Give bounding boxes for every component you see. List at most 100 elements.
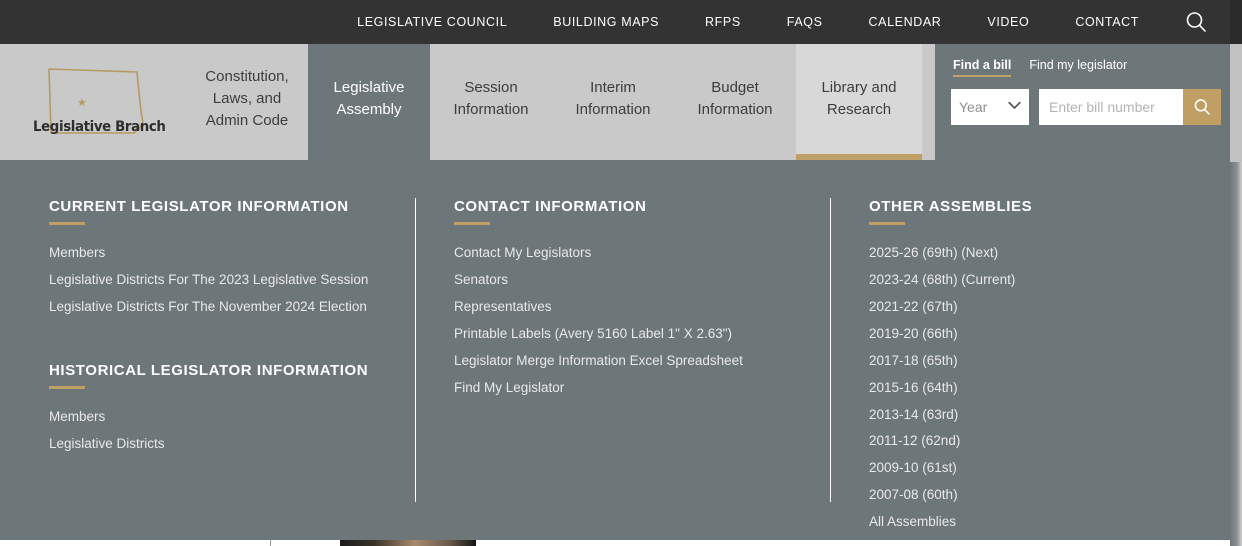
list-item: Legislative Districts xyxy=(49,434,395,455)
list-item: 2021-22 (67th) xyxy=(869,297,1210,318)
bill-search-group xyxy=(1039,89,1221,125)
content-hero-image-sliver xyxy=(340,540,476,546)
scrollbar-track-lower xyxy=(1230,162,1242,546)
top-utility-bar: LEGISLATIVE COUNCIL BUILDING MAPS RFPS F… xyxy=(0,0,1242,44)
megamenu-link-historical-members[interactable]: Members xyxy=(49,407,105,428)
list-item: Legislator Merge Information Excel Sprea… xyxy=(454,351,810,372)
megamenu-link-assembly-2015-16[interactable]: 2015-16 (64th) xyxy=(869,378,958,399)
scrollbar-thumb[interactable] xyxy=(1230,44,1242,162)
chevron-down-icon xyxy=(1008,101,1021,113)
megamenu-list-contact-information: Contact My Legislators Senators Represen… xyxy=(454,243,810,399)
year-select-value: Year xyxy=(959,99,988,115)
list-item: 2015-16 (64th) xyxy=(869,378,1210,399)
page-scrollbar[interactable] xyxy=(1230,0,1242,546)
megamenu-column-contact-information: CONTACT INFORMATION Contact My Legislato… xyxy=(415,198,830,540)
megamenu-heading-other-assemblies: OTHER ASSEMBLIES xyxy=(869,198,1033,215)
list-item: 2013-14 (63rd) xyxy=(869,405,1210,426)
topbar-link-video[interactable]: VIDEO xyxy=(964,0,1052,44)
site-logo[interactable]: ★ Legislative Branch xyxy=(0,44,186,160)
list-item: 2019-20 (66th) xyxy=(869,324,1210,345)
megamenu-link-senators[interactable]: Senators xyxy=(454,270,508,291)
megamenu-link-assembly-2025-26[interactable]: 2025-26 (69th) (Next) xyxy=(869,243,998,264)
nav-tab-interim-information[interactable]: Interim Information xyxy=(552,44,674,160)
topbar-link-faqs[interactable]: FAQS xyxy=(764,0,846,44)
list-item: 2011-12 (62nd) xyxy=(869,431,1210,452)
topbar-link-contact[interactable]: CONTACT xyxy=(1052,0,1162,44)
bill-number-input[interactable] xyxy=(1039,89,1183,125)
nav-tab-library-and-research[interactable]: Library and Research xyxy=(796,44,922,160)
megamenu-link-representatives[interactable]: Representatives xyxy=(454,297,552,318)
megamenu-link-current-members[interactable]: Members xyxy=(49,243,105,264)
primary-nav: Constitution, Laws, and Admin Code Legis… xyxy=(186,44,935,160)
search-tab-find-a-bill[interactable]: Find a bill xyxy=(953,58,1012,77)
page-root: LEGISLATIVE COUNCIL BUILDING MAPS RFPS F… xyxy=(0,0,1242,546)
megamenu-link-find-my-legislator[interactable]: Find My Legislator xyxy=(454,378,564,399)
search-tab-find-my-legislator[interactable]: Find my legislator xyxy=(1029,58,1127,75)
megamenu-link-all-assemblies[interactable]: All Assemblies xyxy=(869,512,956,533)
list-item: 2017-18 (65th) xyxy=(869,351,1210,372)
megamenu-column-legislator-information: CURRENT LEGISLATOR INFORMATION Members L… xyxy=(0,198,415,540)
list-item: 2025-26 (69th) (Next) xyxy=(869,243,1210,264)
megamenu-column-divider xyxy=(830,198,831,502)
list-item: 2007-08 (60th) xyxy=(869,485,1210,506)
search-controls-row: Year xyxy=(951,89,1221,125)
list-item: Printable Labels (Avery 5160 Label 1" X … xyxy=(454,324,810,345)
megamenu-group-spacer xyxy=(49,324,395,362)
year-select[interactable]: Year xyxy=(951,89,1029,125)
megamenu-heading-current-legislator-information: CURRENT LEGISLATOR INFORMATION xyxy=(49,198,349,215)
topbar-link-rfps[interactable]: RFPS xyxy=(682,0,764,44)
megamenu-link-historical-legislative-districts[interactable]: Legislative Districts xyxy=(49,434,165,455)
content-divider-tick xyxy=(270,540,271,546)
megamenu-heading-contact-information: CONTACT INFORMATION xyxy=(454,198,647,215)
topbar-link-calendar[interactable]: CALENDAR xyxy=(846,0,965,44)
heading-accent-rule xyxy=(49,222,85,225)
megamenu-link-legislator-merge-spreadsheet[interactable]: Legislator Merge Information Excel Sprea… xyxy=(454,351,743,372)
list-item: Legislative Districts For The November 2… xyxy=(49,297,395,318)
list-item: Representatives xyxy=(454,297,810,318)
nav-tab-constitution-laws-admin-code[interactable]: Constitution, Laws, and Admin Code xyxy=(186,44,308,160)
megamenu-legislative-assembly: CURRENT LEGISLATOR INFORMATION Members L… xyxy=(0,160,1230,540)
megamenu-link-assembly-2023-24[interactable]: 2023-24 (68th) (Current) xyxy=(869,270,1015,291)
search-icon[interactable] xyxy=(1184,10,1208,34)
heading-accent-rule xyxy=(869,222,905,225)
list-item: Senators xyxy=(454,270,810,291)
list-item: Contact My Legislators xyxy=(454,243,810,264)
site-header: ★ Legislative Branch Constitution, Laws,… xyxy=(0,44,1242,160)
heading-accent-rule xyxy=(49,385,85,389)
megamenu-column-divider xyxy=(415,198,416,502)
megamenu-link-contact-my-legislators[interactable]: Contact My Legislators xyxy=(454,243,591,264)
megamenu-link-assembly-2011-12[interactable]: 2011-12 (62nd) xyxy=(869,431,960,452)
megamenu-link-assembly-2019-20[interactable]: 2019-20 (66th) xyxy=(869,324,958,345)
megamenu-link-districts-2023-session[interactable]: Legislative Districts For The 2023 Legis… xyxy=(49,270,368,291)
megamenu-column-other-assemblies: OTHER ASSEMBLIES 2025-26 (69th) (Next) 2… xyxy=(830,198,1230,540)
topbar-link-legislative-council[interactable]: LEGISLATIVE COUNCIL xyxy=(334,0,530,44)
megamenu-link-assembly-2007-08[interactable]: 2007-08 (60th) xyxy=(869,485,958,506)
bill-search-submit-button[interactable] xyxy=(1183,89,1221,125)
megamenu-heading-historical-legislator-information: HISTORICAL LEGISLATOR INFORMATION xyxy=(49,361,369,379)
header-search-widget: Find a bill Find my legislator Year xyxy=(935,44,1242,160)
list-item: Legislative Districts For The 2023 Legis… xyxy=(49,270,395,291)
nav-tab-legislative-assembly[interactable]: Legislative Assembly xyxy=(308,44,430,160)
nav-tab-budget-information[interactable]: Budget Information xyxy=(674,44,796,160)
megamenu-link-assembly-2009-10[interactable]: 2009-10 (61st) xyxy=(869,458,957,479)
megamenu-link-assembly-2013-14[interactable]: 2013-14 (63rd) xyxy=(869,405,958,426)
megamenu-link-assembly-2021-22[interactable]: 2021-22 (67th) xyxy=(869,297,958,318)
megamenu-list-other-assemblies: 2025-26 (69th) (Next) 2023-24 (68th) (Cu… xyxy=(869,243,1210,533)
megamenu-list-historical-legislator: Members Legislative Districts xyxy=(49,407,395,455)
list-item: 2023-24 (68th) (Current) xyxy=(869,270,1210,291)
search-icon xyxy=(1194,99,1210,115)
logo-text: Legislative Branch xyxy=(33,119,166,135)
megamenu-link-districts-november-2024-election[interactable]: Legislative Districts For The November 2… xyxy=(49,297,367,318)
nav-tab-session-information[interactable]: Session Information xyxy=(430,44,552,160)
megamenu-link-printable-labels[interactable]: Printable Labels (Avery 5160 Label 1" X … xyxy=(454,324,732,345)
megamenu-link-assembly-2017-18[interactable]: 2017-18 (65th) xyxy=(869,351,958,372)
list-item: 2009-10 (61st) xyxy=(869,458,1210,479)
list-item: Find My Legislator xyxy=(454,378,810,399)
list-item: All Assemblies xyxy=(869,512,1210,533)
list-item: Members xyxy=(49,407,395,428)
topbar-link-building-maps[interactable]: BUILDING MAPS xyxy=(530,0,682,44)
list-item: Members xyxy=(49,243,395,264)
search-mode-tabs: Find a bill Find my legislator xyxy=(951,58,1127,77)
megamenu-list-current-legislator: Members Legislative Districts For The 20… xyxy=(49,243,395,318)
page-content-below-menu xyxy=(0,540,1230,546)
